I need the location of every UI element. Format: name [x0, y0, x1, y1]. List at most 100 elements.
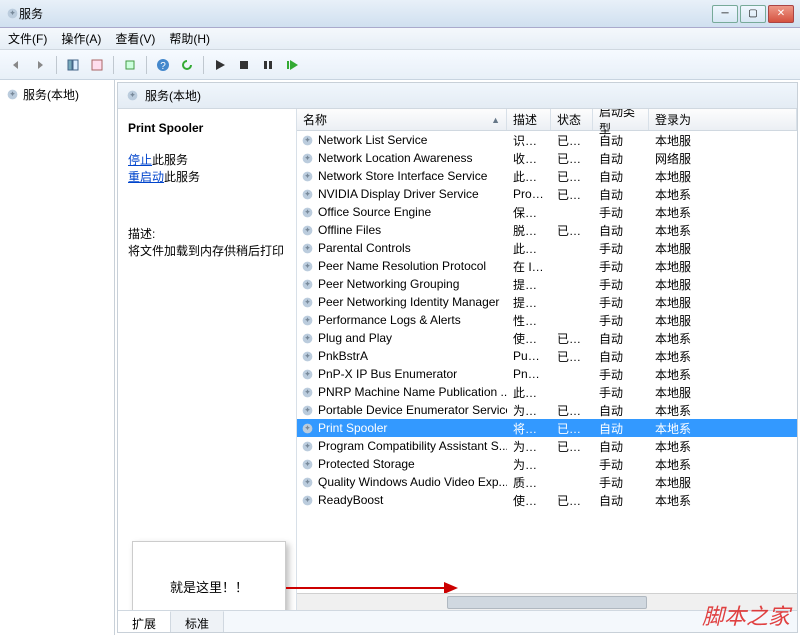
- maximize-button[interactable]: ▢: [740, 5, 766, 23]
- service-row[interactable]: Program Compatibility Assistant S...为程..…: [297, 437, 797, 455]
- help-icon[interactable]: ?: [153, 55, 173, 75]
- service-row[interactable]: NVIDIA Display Driver ServiceProv...已启动自…: [297, 185, 797, 203]
- back-button[interactable]: [6, 55, 26, 75]
- service-row[interactable]: Peer Networking Identity Manager提供...手动本…: [297, 293, 797, 311]
- service-logon-as: 本地系: [649, 330, 797, 347]
- service-startup-type: 自动: [593, 420, 649, 437]
- service-logon-as: 本地系: [649, 204, 797, 221]
- export-icon[interactable]: [120, 55, 140, 75]
- service-icon: [301, 422, 314, 435]
- service-name: Parental Controls: [318, 241, 411, 255]
- stop-service-icon[interactable]: [234, 55, 254, 75]
- service-status: 已启动: [551, 330, 593, 347]
- service-icon: [301, 224, 314, 237]
- service-icon: [301, 134, 314, 147]
- service-row[interactable]: Protected Storage为敏...手动本地系: [297, 455, 797, 473]
- service-icon: [301, 458, 314, 471]
- service-icon: [301, 170, 314, 183]
- service-startup-type: 自动: [593, 132, 649, 149]
- service-description: PnP-...: [507, 367, 551, 381]
- service-status: 已启动: [551, 438, 593, 455]
- col-name[interactable]: 名称 ▲: [297, 109, 507, 130]
- menu-view[interactable]: 查看(V): [115, 30, 155, 47]
- start-service-icon[interactable]: [210, 55, 230, 75]
- services-icon: [126, 89, 139, 102]
- service-row[interactable]: Peer Networking Grouping提供...手动本地服: [297, 275, 797, 293]
- restart-service-icon[interactable]: [282, 55, 302, 75]
- service-description: 收集...: [507, 150, 551, 167]
- service-startup-type: 手动: [593, 474, 649, 491]
- service-startup-type: 手动: [593, 240, 649, 257]
- service-row[interactable]: ReadyBoost使用...已启动自动本地系: [297, 491, 797, 509]
- col-startup-type[interactable]: 启动类型: [593, 109, 649, 130]
- service-description: 性能...: [507, 312, 551, 329]
- service-icon: [301, 440, 314, 453]
- service-row[interactable]: PNRP Machine Name Publication ...此服...手动…: [297, 383, 797, 401]
- service-startup-type: 手动: [593, 258, 649, 275]
- services-icon: [6, 88, 19, 101]
- service-name: PNRP Machine Name Publication ...: [318, 385, 507, 399]
- horizontal-scrollbar[interactable]: [297, 593, 797, 610]
- service-row[interactable]: Quality Windows Audio Video Exp...质量...手…: [297, 473, 797, 491]
- scrollbar-thumb[interactable]: [447, 596, 647, 609]
- col-description[interactable]: 描述: [507, 109, 551, 130]
- service-rows[interactable]: Network List Service识别...已启动自动本地服Network…: [297, 131, 797, 593]
- service-description: 质量...: [507, 474, 551, 491]
- service-row[interactable]: Office Source Engine保存...手动本地系: [297, 203, 797, 221]
- stop-service-link[interactable]: 停止: [128, 153, 152, 167]
- service-description: 提供...: [507, 294, 551, 311]
- menu-file[interactable]: 文件(F): [8, 30, 47, 47]
- service-startup-type: 自动: [593, 186, 649, 203]
- service-icon: [301, 188, 314, 201]
- service-name: Network Store Interface Service: [318, 169, 487, 183]
- service-status: 已启动: [551, 348, 593, 365]
- service-description: 保存...: [507, 204, 551, 221]
- service-row[interactable]: Network Location Awareness收集...已启动自动网络服: [297, 149, 797, 167]
- service-row[interactable]: Network Store Interface Service此服...已启动自…: [297, 167, 797, 185]
- service-row[interactable]: Print Spooler将文...已启动自动本地系: [297, 419, 797, 437]
- pause-service-icon[interactable]: [258, 55, 278, 75]
- service-name: PnkBstrA: [318, 349, 368, 363]
- service-row[interactable]: Performance Logs & Alerts性能...手动本地服: [297, 311, 797, 329]
- restart-service-link[interactable]: 重启动: [128, 170, 164, 184]
- minimize-button[interactable]: ─: [712, 5, 738, 23]
- sort-arrow-icon: ▲: [491, 115, 500, 125]
- service-logon-as: 本地服: [649, 240, 797, 257]
- service-status: 已启动: [551, 492, 593, 509]
- services-list: 名称 ▲ 描述 状态 启动类型 登录为 Network List Service…: [296, 109, 797, 610]
- service-icon: [301, 350, 314, 363]
- service-logon-as: 本地系: [649, 420, 797, 437]
- service-row[interactable]: Plug and Play使计...已启动自动本地系: [297, 329, 797, 347]
- service-row[interactable]: Parental Controls此服...手动本地服: [297, 239, 797, 257]
- service-name: Protected Storage: [318, 457, 415, 471]
- detail-pane: Print Spooler 停止此服务 重启动此服务 描述: 将文件加载到内存供…: [118, 109, 296, 610]
- service-logon-as: 本地服: [649, 384, 797, 401]
- service-row[interactable]: Peer Name Resolution Protocol在 In...手动本地…: [297, 257, 797, 275]
- refresh-icon[interactable]: [177, 55, 197, 75]
- close-button[interactable]: ✕: [768, 5, 794, 23]
- service-row[interactable]: Network List Service识别...已启动自动本地服: [297, 131, 797, 149]
- tab-extended[interactable]: 扩展: [118, 611, 171, 632]
- service-name: PnP-X IP Bus Enumerator: [318, 367, 457, 381]
- service-logon-as: 本地系: [649, 186, 797, 203]
- tree-item-services-local[interactable]: 服务(本地): [4, 84, 110, 105]
- service-logon-as: 本地服: [649, 312, 797, 329]
- annotation-callout: 就是这里！！: [132, 541, 286, 610]
- service-row[interactable]: PnP-X IP Bus EnumeratorPnP-...手动本地系: [297, 365, 797, 383]
- service-startup-type: 自动: [593, 150, 649, 167]
- col-logon-as[interactable]: 登录为: [649, 109, 797, 130]
- tab-standard[interactable]: 标准: [171, 611, 224, 632]
- show-hide-tree-icon[interactable]: [63, 55, 83, 75]
- forward-button[interactable]: [30, 55, 50, 75]
- service-icon: [301, 368, 314, 381]
- service-row[interactable]: Portable Device Enumerator Service为可...已…: [297, 401, 797, 419]
- properties-icon[interactable]: [87, 55, 107, 75]
- restart-service-link-line: 重启动此服务: [128, 168, 286, 185]
- service-row[interactable]: Offline Files脱机...已启动自动本地系: [297, 221, 797, 239]
- col-status[interactable]: 状态: [551, 109, 593, 130]
- annotation-arrow: [286, 585, 460, 591]
- menu-action[interactable]: 操作(A): [61, 30, 101, 47]
- service-row[interactable]: PnkBstrAPunk...已启动自动本地系: [297, 347, 797, 365]
- menu-help[interactable]: 帮助(H): [169, 30, 210, 47]
- service-name: Plug and Play: [318, 331, 392, 345]
